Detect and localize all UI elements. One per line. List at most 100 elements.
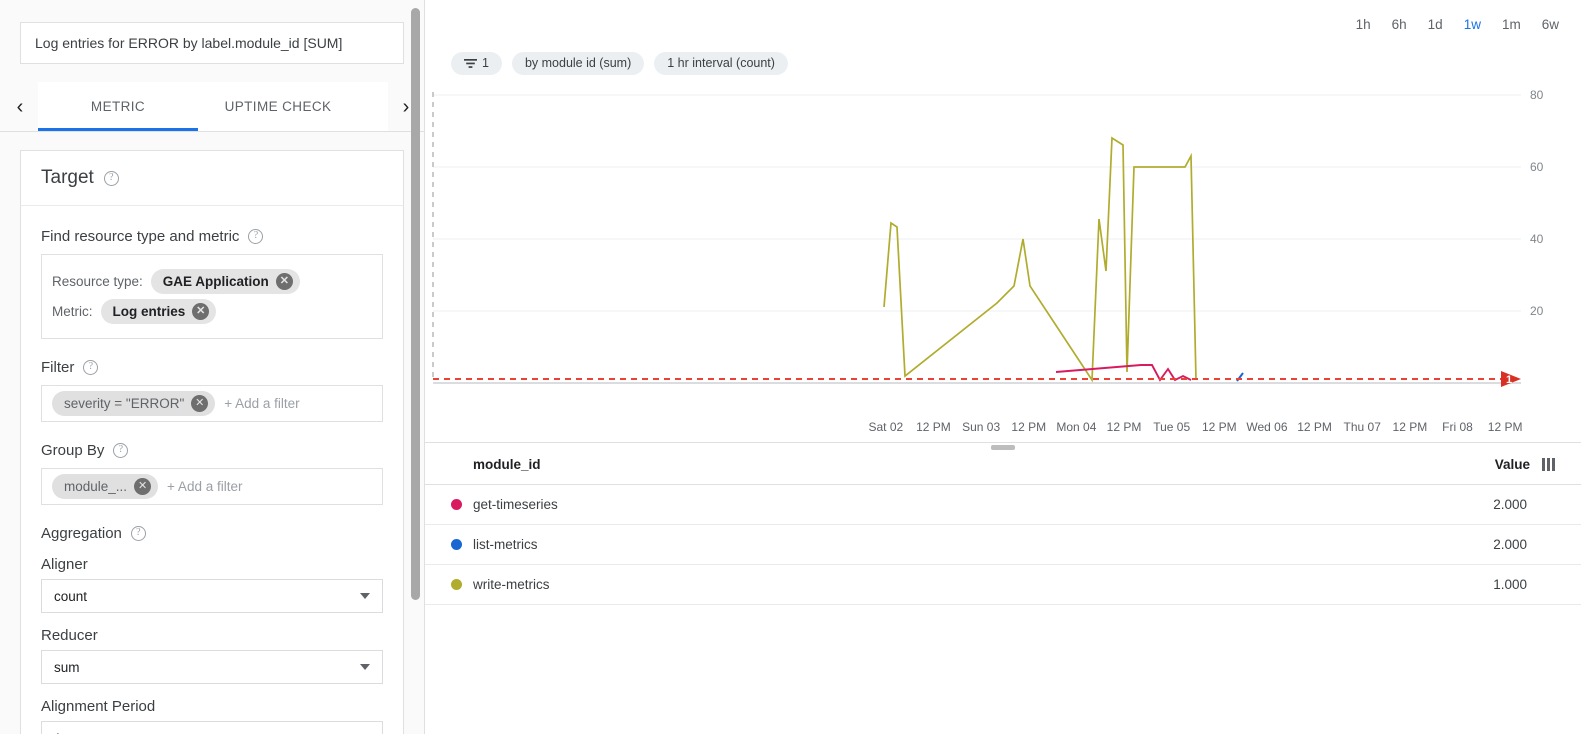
series-name: write-metrics bbox=[473, 577, 1407, 592]
range-6h[interactable]: 6h bbox=[1392, 17, 1407, 32]
target-card: Target ? Find resource type and metric ?… bbox=[20, 150, 404, 734]
target-help-icon[interactable]: ? bbox=[104, 171, 119, 186]
filter-help-icon[interactable]: ? bbox=[83, 360, 98, 375]
xtick-12: Fri 08 bbox=[1434, 420, 1482, 434]
aligner-value: count bbox=[54, 589, 87, 604]
resource-type-chip-label: GAE Application bbox=[163, 274, 269, 289]
alignment-period-value: 1 bbox=[54, 731, 62, 734]
aggregation-help-icon[interactable]: ? bbox=[131, 526, 146, 541]
monitoring-chart-editor: Log entries for ERROR by label.module_id… bbox=[0, 0, 1581, 734]
groupby-input[interactable]: module_... ✕ + Add a filter bbox=[41, 468, 383, 505]
range-1m[interactable]: 1m bbox=[1502, 17, 1521, 32]
ytick-80: 80 bbox=[1530, 88, 1544, 102]
resource-type-key: Resource type: bbox=[52, 274, 143, 289]
resource-type-row: Resource type: GAE Application ✕ bbox=[52, 269, 372, 294]
column-header-module-id[interactable]: module_id bbox=[473, 457, 1410, 472]
series-color-dot bbox=[451, 499, 462, 510]
time-range-selector: 1h 6h 1d 1w 1m 6w bbox=[425, 0, 1581, 48]
series-value: 2.000 bbox=[1407, 537, 1527, 552]
chart-query-chips: 1 by module id (sum) 1 hr interval (coun… bbox=[425, 48, 1581, 78]
metric-row: Metric: Log entries ✕ bbox=[52, 299, 372, 324]
filter-count-label: 1 bbox=[482, 56, 489, 70]
series-name: get-timeseries bbox=[473, 497, 1407, 512]
chart-area: 80 60 40 20 1 Sat 02 bbox=[425, 82, 1581, 442]
legend-table: module_id Value get-timeseries 2.000 lis… bbox=[425, 442, 1581, 605]
filter-label: Filter bbox=[41, 359, 74, 376]
tab-uptime-check[interactable]: UPTIME CHECK bbox=[198, 82, 358, 131]
series-name: list-metrics bbox=[473, 537, 1407, 552]
ytick-60: 60 bbox=[1530, 160, 1544, 174]
find-resource-help-icon[interactable]: ? bbox=[248, 229, 263, 244]
groupby-help-icon[interactable]: ? bbox=[113, 443, 128, 458]
xtick-13: 12 PM bbox=[1481, 420, 1529, 434]
range-6w[interactable]: 6w bbox=[1542, 17, 1559, 32]
xtick-1: 12 PM bbox=[910, 420, 958, 434]
filter-icon bbox=[464, 58, 477, 69]
groupby-chip[interactable]: module_... ✕ bbox=[52, 474, 158, 499]
chart-title-value: Log entries for ERROR by label.module_id… bbox=[35, 35, 342, 51]
xtick-5: 12 PM bbox=[1100, 420, 1148, 434]
filter-add-placeholder[interactable]: + Add a filter bbox=[224, 396, 299, 411]
tab-metric[interactable]: METRIC bbox=[38, 82, 198, 131]
alignment-period-unit: m bbox=[359, 731, 370, 734]
column-header-value[interactable]: Value bbox=[1410, 457, 1530, 472]
series-color-dot bbox=[451, 579, 462, 590]
xtick-7: 12 PM bbox=[1195, 420, 1243, 434]
series-write-metrics bbox=[884, 138, 1196, 380]
groupby-chip-display[interactable]: by module id (sum) bbox=[512, 52, 644, 75]
range-1w[interactable]: 1w bbox=[1464, 17, 1481, 32]
close-icon[interactable]: ✕ bbox=[276, 273, 293, 290]
tabs-prev-arrow[interactable]: ‹ bbox=[2, 82, 38, 131]
table-row[interactable]: get-timeseries 2.000 bbox=[425, 485, 1581, 525]
groupby-add-placeholder[interactable]: + Add a filter bbox=[167, 479, 242, 494]
target-heading: Target bbox=[41, 167, 94, 189]
filter-chip[interactable]: severity = "ERROR" ✕ bbox=[52, 391, 215, 416]
target-card-body: Find resource type and metric ? Resource… bbox=[21, 206, 403, 734]
filter-label-row: Filter ? bbox=[41, 359, 383, 376]
series-value: 1.000 bbox=[1407, 577, 1527, 592]
xtick-10: Thu 07 bbox=[1338, 420, 1386, 434]
panel-resize-handle[interactable] bbox=[425, 442, 1581, 452]
xtick-11: 12 PM bbox=[1386, 420, 1434, 434]
reducer-value: sum bbox=[54, 660, 80, 675]
interval-chip-display[interactable]: 1 hr interval (count) bbox=[654, 52, 788, 75]
close-icon[interactable]: ✕ bbox=[192, 303, 209, 320]
xtick-9: 12 PM bbox=[1291, 420, 1339, 434]
groupby-label: Group By bbox=[41, 442, 104, 459]
sidebar-scrollbar[interactable] bbox=[411, 8, 420, 600]
xtick-2: Sun 03 bbox=[957, 420, 1005, 434]
ytick-40: 40 bbox=[1530, 232, 1544, 246]
filter-input[interactable]: severity = "ERROR" ✕ + Add a filter bbox=[41, 385, 383, 422]
series-get-timeseries bbox=[1056, 365, 1191, 380]
chevron-down-icon[interactable] bbox=[360, 593, 370, 599]
reducer-select[interactable]: sum bbox=[41, 650, 383, 684]
alignment-period-label: Alignment Period bbox=[41, 698, 383, 715]
table-row[interactable]: list-metrics 2.000 bbox=[425, 525, 1581, 565]
resource-metric-box: Resource type: GAE Application ✕ Metric:… bbox=[41, 254, 383, 339]
metric-key: Metric: bbox=[52, 304, 93, 319]
filter-count-chip[interactable]: 1 bbox=[451, 52, 502, 75]
resource-type-chip[interactable]: GAE Application ✕ bbox=[151, 269, 300, 294]
series-value: 2.000 bbox=[1407, 497, 1527, 512]
metric-chip[interactable]: Log entries ✕ bbox=[101, 299, 217, 324]
reducer-label: Reducer bbox=[41, 627, 383, 644]
table-row[interactable]: write-metrics 1.000 bbox=[425, 565, 1581, 605]
threshold-marker-label: 1 bbox=[1506, 374, 1512, 386]
xtick-4: Mon 04 bbox=[1053, 420, 1101, 434]
metric-chip-label: Log entries bbox=[113, 304, 186, 319]
resource-tabs: ‹ METRIC UPTIME CHECK › bbox=[0, 82, 424, 132]
aggregation-label: Aggregation bbox=[41, 525, 122, 542]
chart-panel: 1h 6h 1d 1w 1m 6w 1 by module id (sum) 1… bbox=[425, 0, 1581, 734]
xtick-0: Sat 02 bbox=[862, 420, 910, 434]
range-1h[interactable]: 1h bbox=[1356, 17, 1371, 32]
chevron-down-icon[interactable] bbox=[360, 664, 370, 670]
find-resource-label-row: Find resource type and metric ? bbox=[41, 228, 383, 245]
close-icon[interactable]: ✕ bbox=[134, 478, 151, 495]
aligner-select[interactable]: count bbox=[41, 579, 383, 613]
chart-title-input[interactable]: Log entries for ERROR by label.module_id… bbox=[20, 22, 404, 64]
timeseries-chart[interactable]: 80 60 40 20 1 bbox=[425, 82, 1581, 432]
alignment-period-input[interactable]: 1 m bbox=[41, 721, 383, 734]
column-settings-icon[interactable] bbox=[1542, 458, 1555, 471]
range-1d[interactable]: 1d bbox=[1428, 17, 1443, 32]
close-icon[interactable]: ✕ bbox=[191, 395, 208, 412]
